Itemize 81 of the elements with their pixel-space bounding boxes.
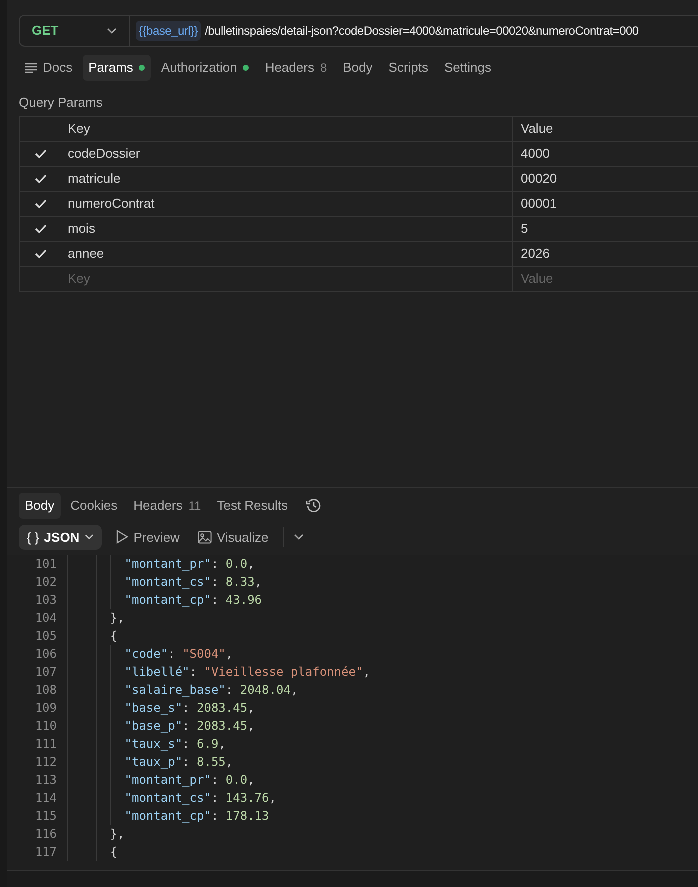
code-line: "montant_pr": 0.0, — [124, 556, 255, 573]
checkmark-icon[interactable] — [35, 149, 47, 159]
request-tab[interactable]: Headers 8 — [259, 55, 334, 80]
code-line: }, — [110, 610, 125, 627]
code-line: "montant_cs": 143.76, — [124, 790, 276, 807]
code-line: "montant_cp": 43.96 — [124, 592, 262, 609]
code-line: "libellé": "Vieillesse plafonnée", — [124, 664, 370, 681]
param-value[interactable]: 4000 — [521, 146, 550, 162]
line-number: 110 — [34, 718, 58, 735]
line-number: 107 — [34, 664, 58, 681]
checkmark-icon[interactable] — [35, 199, 47, 209]
caret-icon[interactable] — [294, 534, 304, 540]
response-tab[interactable]: Headers 11 — [128, 493, 208, 518]
code-line: }, — [110, 826, 125, 843]
request-tab[interactable]: Body — [337, 55, 379, 80]
request-tab[interactable]: Scripts — [382, 55, 435, 80]
checkmark-icon[interactable] — [35, 174, 47, 184]
param-key[interactable]: annee — [68, 244, 104, 264]
response-tab[interactable]: Cookies — [64, 493, 124, 518]
code-line: "base_p": 2083.45, — [124, 718, 255, 735]
line-number: 111 — [34, 736, 58, 753]
request-tab[interactable]: Docs — [19, 55, 79, 80]
param-value[interactable]: 00020 — [521, 171, 558, 186]
caret-icon — [107, 28, 117, 34]
code-line: "code": "S004", — [124, 646, 234, 663]
code-line: "montant_cp": 178.13 — [124, 808, 270, 825]
line-number: 108 — [34, 682, 58, 699]
line-number: 104 — [34, 610, 58, 627]
code-line: { — [110, 628, 118, 645]
visualize-button[interactable]: Visualize — [194, 524, 273, 550]
param-value[interactable]: 5 — [521, 221, 528, 236]
code-line: { — [110, 844, 118, 861]
format-dropdown[interactable]: { } JSON — [19, 524, 102, 550]
line-number: 101 — [34, 556, 58, 573]
count-label: 11 — [188, 498, 202, 515]
param-key[interactable]: matricule — [68, 169, 121, 189]
line-number: 106 — [34, 646, 58, 663]
count-label: 8 — [320, 60, 328, 77]
line-number: 109 — [34, 700, 58, 717]
line-number: 102 — [34, 574, 58, 591]
line-number: 117 — [34, 844, 58, 861]
line-number: 116 — [34, 826, 58, 843]
param-value[interactable]: 00001 — [521, 196, 558, 212]
param-key[interactable]: numeroContrat — [68, 194, 155, 214]
request-tab[interactable]: Authorization — [155, 55, 256, 80]
code-line: "montant_pr": 0.0, — [124, 772, 255, 789]
line-number: 105 — [34, 628, 58, 645]
caret-icon — [84, 534, 94, 540]
play-icon — [116, 530, 129, 544]
param-key[interactable]: mois — [68, 219, 96, 239]
param-key[interactable]: codeDossier — [68, 144, 140, 164]
column-header: Key — [68, 120, 90, 138]
lines-icon — [25, 62, 37, 73]
image-icon — [198, 530, 212, 544]
line-number: 103 — [34, 592, 58, 609]
checkmark-icon[interactable] — [35, 249, 47, 259]
code-line: "taux_s": 6.9, — [124, 736, 226, 753]
param-value[interactable]: 2026 — [521, 246, 550, 262]
column-header: Value — [521, 121, 554, 136]
history-icon[interactable] — [306, 498, 322, 514]
code-line: "base_s": 2083.45, — [124, 700, 255, 717]
section-title: Query Params — [19, 94, 104, 112]
url-bar[interactable]: GET {{base_url}} /bulletinspaies/detail-json?codeDossier=4000&matricule=00020&numeroContrat=000 — [19, 15, 698, 47]
url-variable: {{base_url}} — [136, 21, 202, 41]
response-tab[interactable]: Body — [19, 493, 61, 518]
request-tab[interactable]: Settings — [438, 55, 498, 80]
status-dot — [243, 64, 250, 71]
line-number: 115 — [34, 808, 58, 825]
code-line: "montant_cs": 8.33, — [124, 574, 262, 591]
request-tab[interactable]: Params — [82, 55, 152, 80]
code-line: "taux_p": 8.55, — [124, 754, 234, 771]
status-dot — [139, 64, 146, 71]
line-number: 112 — [34, 754, 58, 771]
response-tab[interactable]: Test Results — [211, 493, 294, 518]
preview-button[interactable]: Preview — [112, 524, 184, 550]
method-dropdown[interactable]: GET — [20, 16, 130, 46]
url-path: /bulletinspaies/detail-json?codeDossier=4000&matricule=00020&numeroContrat=000 — [205, 23, 639, 40]
line-number: 114 — [34, 790, 58, 807]
checkmark-icon[interactable] — [35, 224, 47, 234]
line-number: 113 — [34, 772, 58, 789]
code-line: "salaire_base": 2048.04, — [124, 682, 298, 699]
